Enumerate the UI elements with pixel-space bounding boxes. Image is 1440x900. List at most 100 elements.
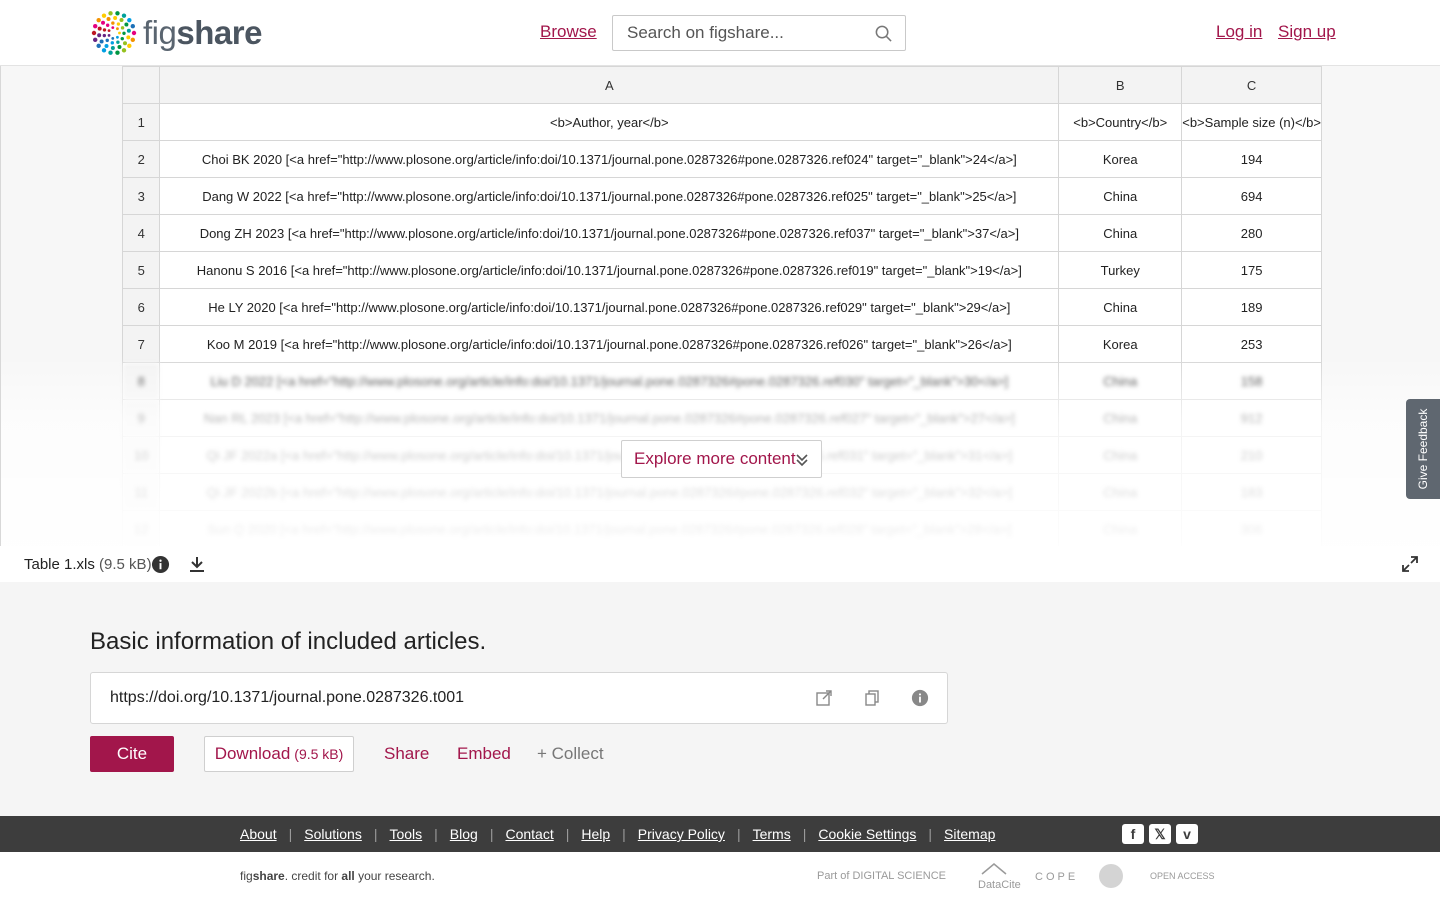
cell-sample-size: 253 (1181, 325, 1322, 363)
download-label: Download (214, 744, 291, 763)
footer-link-sitemap[interactable]: Sitemap (944, 826, 995, 842)
cell-sample-size: <b>Sample size (n)</b> (1181, 103, 1322, 141)
table-row: 4 Dong ZH 2023 [<a href="http://www.plos… (121, 214, 1322, 252)
download-button[interactable]: Download (9.5 kB) (204, 736, 354, 772)
browse-link[interactable]: Browse (540, 22, 597, 42)
logo-dot (111, 36, 115, 40)
give-feedback-label: Give Feedback (1416, 408, 1430, 490)
open-access-logo[interactable]: OPEN ACCESS (1150, 871, 1215, 881)
logo-dot (110, 41, 114, 45)
file-info-icon[interactable] (151, 555, 170, 574)
cell-author: Qi JF 2022b [<a href="http://www.plosone… (159, 473, 1060, 511)
logo-dot (101, 48, 107, 53)
search-icon[interactable] (874, 24, 893, 43)
cell-country: China (1058, 436, 1183, 474)
cell-country: <b>Country</b> (1058, 103, 1183, 141)
external-link-icon[interactable] (815, 689, 833, 707)
logo-dot (101, 13, 107, 18)
fullscreen-icon[interactable] (1401, 555, 1419, 573)
footer-link-contact[interactable]: Contact (505, 826, 553, 842)
logo-dot (113, 16, 118, 21)
logo-dot (105, 38, 109, 43)
footer-link-help[interactable]: Help (581, 826, 610, 842)
separator: | (565, 826, 570, 842)
cell-sample-size: 194 (1181, 140, 1322, 178)
x-twitter-icon[interactable]: 𝕏 (1149, 824, 1171, 844)
cell-country: China (1058, 399, 1183, 437)
doi-link[interactable]: https://doi.org/10.1371/journal.pone.028… (110, 689, 464, 707)
search-input[interactable] (613, 23, 863, 43)
cite-button[interactable]: Cite (90, 736, 174, 772)
cell-author: Hanonu S 2016 [<a href="http://www.ploso… (159, 251, 1060, 289)
table-row-blurred: 8 Liu D 2022 [<a href="http://www.ploson… (121, 362, 1322, 400)
file-viewer: A B C 1 <b>Author, year</b> <b>Country</… (0, 66, 1440, 546)
cell-author: Choi BK 2020 [<a href="http://www.ploson… (159, 140, 1060, 178)
logo-dot (127, 17, 132, 23)
logo-dot (105, 23, 110, 27)
collect-link[interactable]: + Collect (537, 744, 604, 764)
logo-dot (108, 11, 113, 16)
separator: | (622, 826, 626, 842)
separator: | (928, 826, 933, 842)
cell-country: China (1058, 288, 1183, 326)
footer-link-privacy[interactable]: Privacy Policy (638, 826, 725, 842)
logo-dot (117, 44, 122, 49)
row-number: 3 (121, 177, 161, 215)
vimeo-icon[interactable]: v (1176, 824, 1198, 844)
cope-logo[interactable]: COPE (1035, 871, 1078, 883)
cell-country: China (1058, 177, 1183, 215)
item-details: Basic information of included articles. … (0, 582, 1440, 816)
doi-info-icon[interactable] (911, 689, 929, 707)
seal-logo[interactable] (1099, 864, 1123, 888)
figshare-logo-icon (91, 11, 137, 55)
copy-icon[interactable] (863, 689, 881, 707)
signup-link[interactable]: Sign up (1278, 22, 1336, 42)
logo-dot (120, 36, 124, 41)
logo-dot (115, 50, 120, 55)
datacite-logo[interactable]: DataCite (978, 862, 1021, 891)
logo-dot (108, 50, 113, 55)
row-number: 8 (121, 362, 161, 400)
logo-wordmark: figshare (143, 14, 262, 51)
download-icon[interactable] (188, 555, 206, 573)
logo-dot (122, 41, 127, 46)
footer-link-tools[interactable]: Tools (389, 826, 422, 842)
logo-dot (99, 39, 104, 44)
column-header-a: A (159, 66, 1060, 104)
logo-dot (116, 27, 119, 31)
logo-dot (119, 18, 124, 23)
explore-more-button[interactable]: Explore more content (621, 440, 822, 478)
file-bar: Table 1.xls (9.5 kB) (0, 546, 1440, 582)
logo-dot (91, 30, 97, 36)
embed-link[interactable]: Embed (457, 744, 511, 764)
facebook-icon[interactable]: f (1122, 824, 1144, 844)
cell-sample-size: 912 (1181, 399, 1322, 437)
give-feedback-tab[interactable]: Give Feedback (1406, 399, 1440, 499)
footer-link-cookie-settings[interactable]: Cookie Settings (818, 826, 916, 842)
table-row: 5 Hanonu S 2016 [<a href="http://www.plo… (121, 251, 1322, 289)
figshare-logo[interactable]: figshare (89, 8, 262, 58)
footer-link-about[interactable]: About (240, 826, 277, 842)
row-number: 7 (121, 325, 161, 363)
cell-author: Koo M 2019 [<a href="http://www.plosone.… (159, 325, 1060, 363)
logo-dot (124, 22, 129, 27)
site-header: figshare Browse Log in Sign up (0, 0, 1440, 66)
cell-author: He LY 2020 [<a href="http://www.plosone.… (159, 288, 1060, 326)
row-number: 12 (121, 510, 161, 546)
footer-link-blog[interactable]: Blog (450, 826, 478, 842)
logo-dot (106, 17, 111, 22)
share-link[interactable]: Share (384, 744, 429, 764)
logo-dot (130, 23, 135, 29)
login-link[interactable]: Log in (1216, 22, 1262, 42)
cell-country: China (1058, 510, 1183, 546)
cell-sample-size: 280 (1181, 214, 1322, 252)
logo-dot (130, 37, 135, 43)
digital-science-logo[interactable]: Part of DIGITAL SCIENCE (817, 870, 946, 882)
footer-link-terms[interactable]: Terms (753, 826, 791, 842)
logo-dot (104, 43, 109, 48)
logo-dot (121, 48, 127, 53)
row-number: 4 (121, 214, 161, 252)
logo-dot (131, 30, 137, 36)
footer-link-solutions[interactable]: Solutions (304, 826, 362, 842)
row-number: 2 (121, 140, 161, 178)
